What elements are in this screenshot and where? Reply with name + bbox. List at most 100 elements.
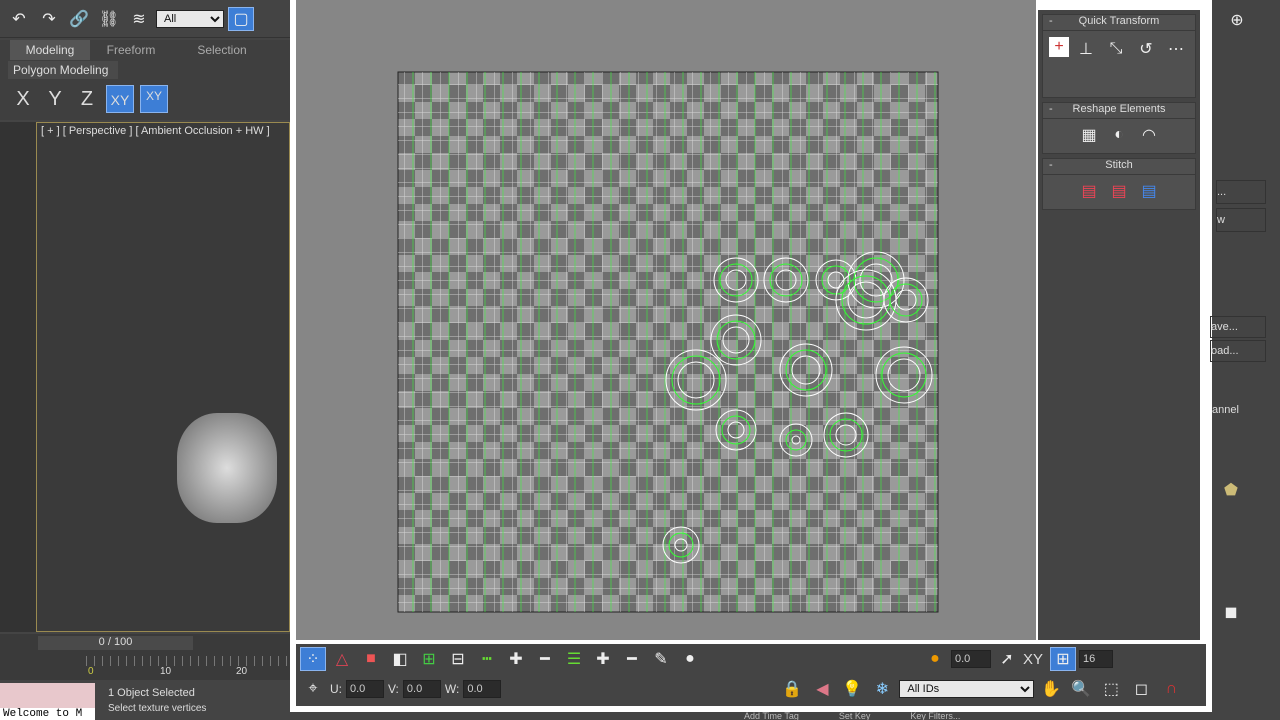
ring-shrink-icon[interactable]: ━ [619,647,645,671]
material-icon[interactable]: ⬟ [1218,478,1244,502]
uv-rollout-panel: - Quick Transform + ⊥ ⤡ ↺ ⋯ - Reshape Elements… [1038,10,1200,640]
key-filters-button[interactable]: Key Filters... [910,712,960,720]
axis-xy-button[interactable]: XY [106,85,134,113]
main-toolbar: ↶ ↷ 🔗 ⛓ ≋ All ▢ [0,0,290,38]
zoom-extents-icon[interactable]: ◻ [1128,677,1154,701]
link-icon[interactable]: 🔗 [66,7,92,31]
track-ruler[interactable]: 0 10 20 [86,656,290,678]
loop-grow-icon[interactable]: ✚ [503,647,529,671]
uv-bottom-toolbar: ⁘ △ ■ ◧ ⊞ ⊟ ┅ ✚ ━ ☰ ✚ ━ ✎ ● ● 0.0 ➚ XY ⊞… [296,644,1206,706]
straighten-icon[interactable]: ▦ [1076,123,1102,147]
ribbon: Modeling Freeform Selection Polygon Mode… [0,40,290,120]
perspective-viewport[interactable]: [ + ] [ Perspective ] [ Ambient Occlusio… [36,122,290,632]
light-icon[interactable]: 💡 [839,677,865,701]
select-by-element-icon[interactable]: ➚ [994,647,1020,671]
shrink-selection-icon[interactable]: ⊟ [445,647,471,671]
grow-selection-icon[interactable]: ⊞ [416,647,442,671]
align-diagonal-icon[interactable]: ⤡ [1103,37,1129,61]
uv-map-svg [296,0,1036,640]
uv-editor-window: - Quick Transform + ⊥ ⤡ ↺ ⋯ - Reshape Elements… [290,0,1212,712]
select-object-icon[interactable]: ▢ [228,6,254,31]
brush-size-icon[interactable]: ● [677,647,703,671]
align-vertical-icon[interactable]: ⊥ [1073,37,1099,61]
set-key-button[interactable]: Set Key [839,712,871,720]
timeline: 0 / 100 0 10 20 [0,634,290,680]
panel-button-2[interactable]: w [1216,208,1266,232]
paint-select-icon[interactable]: ✎ [648,647,674,671]
edge-mode-icon[interactable]: △ [329,647,355,671]
w-label: W: [444,682,460,696]
stitch-rollout: - Stitch ▤ ▤ ▤ [1042,158,1196,210]
time-slider[interactable]: 0 / 100 [38,636,193,650]
polygon-modeling-panel[interactable]: Polygon Modeling [8,61,118,79]
quick-transform-rollout: - Quick Transform + ⊥ ⤡ ↺ ⋯ [1042,14,1196,98]
panel-button-save[interactable]: ave... [1210,316,1266,338]
undo-icon[interactable]: ↶ [6,7,32,31]
u-input[interactable]: 0.0 [346,680,384,698]
ring-grow-icon[interactable]: ✚ [590,647,616,671]
quick-transform-title[interactable]: Quick Transform [1079,15,1160,27]
panel-button-load[interactable]: oad... [1210,340,1266,362]
circle-icon[interactable]: ◠ [1136,123,1162,147]
reshape-elements-title[interactable]: Reshape Elements [1073,103,1166,115]
prompt-line: Select texture vertices [108,703,207,714]
freeze-icon[interactable]: ❄ [869,677,895,701]
v-input[interactable]: 0.0 [402,680,441,698]
bind-space-warp-icon[interactable]: ≋ [126,7,152,31]
tab-freeform[interactable]: Freeform [90,40,172,60]
reshape-elements-rollout: - Reshape Elements ▦ ◐ ◠ [1042,102,1196,154]
zoom-region-icon[interactable]: ⬚ [1098,677,1124,701]
axis-z-button[interactable]: Z [74,88,100,111]
axis-x-button[interactable]: X [10,88,36,111]
viewport-label[interactable]: [ + ] [ Perspective ] [ Ambient Occlusio… [37,123,289,139]
relax-icon[interactable]: ◐ [1106,123,1132,147]
left-strip [0,122,36,632]
selection-filter[interactable]: All [156,9,224,28]
xy-toggle[interactable]: XY [1023,651,1047,668]
grid-value-input[interactable]: 16 [1079,650,1113,668]
ring-icon[interactable]: ☰ [561,647,587,671]
axis-y-button[interactable]: Y [42,88,68,111]
zoom-icon[interactable]: 🔍 [1068,677,1094,701]
command-panel: ⊕ ... w ave... oad... annel ⬟ ◼ [1210,0,1280,720]
tick-0: 0 [88,666,94,677]
spacing-icon[interactable]: ⋯ [1163,37,1189,61]
trackbar-footer: Add Time Tag Set Key Key Filters... [720,712,1200,720]
uv-canvas[interactable] [296,0,1036,640]
add-time-tag[interactable]: Add Time Tag [744,712,799,720]
grid-snap-icon[interactable]: ⊞ [1050,647,1076,671]
maxscript-listener[interactable]: Welcome to M [0,683,95,720]
panel-button-1[interactable]: ... [1216,180,1266,204]
snap-icon[interactable]: ∩ [1158,677,1184,701]
frame-readout: 0 / 100 [98,636,133,648]
id-filter-select[interactable]: All IDs [899,680,1035,698]
axis-xy-snap-button[interactable]: XY [140,85,168,113]
vertex-mode-icon[interactable]: ⁘ [300,647,326,671]
face-mode-icon[interactable]: ■ [358,647,384,671]
set-pivot-icon[interactable]: + [1049,37,1069,57]
pan-icon[interactable]: ✋ [1038,677,1064,701]
rotate-ccw-icon[interactable]: ↺ [1133,37,1159,61]
loop-icon[interactable]: ┅ [474,647,500,671]
unlink-icon[interactable]: ⛓ [96,7,122,31]
stitch-source-icon[interactable]: ▤ [1076,179,1102,203]
box-icon[interactable]: ◼ [1218,600,1244,624]
loop-shrink-icon[interactable]: ━ [532,647,558,671]
hide-icon[interactable]: ◀ [809,677,835,701]
tab-modeling[interactable]: Modeling [10,40,90,60]
stitch-average-icon[interactable]: ▤ [1106,179,1132,203]
v-label: V: [388,682,399,696]
tab-selection[interactable]: Selection [172,40,272,60]
status-bar: 1 Object Selected Select texture vertice… [100,683,290,720]
redo-icon[interactable]: ↷ [36,7,62,31]
element-mode-icon[interactable]: ◧ [387,647,413,671]
w-input[interactable]: 0.0 [463,680,502,698]
stitch-target-icon[interactable]: ▤ [1136,179,1162,203]
lock-icon[interactable]: 🔒 [779,677,805,701]
absolute-offset-icon[interactable]: ⌖ [300,677,326,701]
viewcube-icon[interactable]: ⊕ [1224,8,1250,32]
soft-selection-icon[interactable]: ● [922,647,948,671]
stitch-title[interactable]: Stitch [1105,159,1133,171]
tick-10: 10 [160,666,172,677]
soft-value-input[interactable]: 0.0 [951,650,991,668]
